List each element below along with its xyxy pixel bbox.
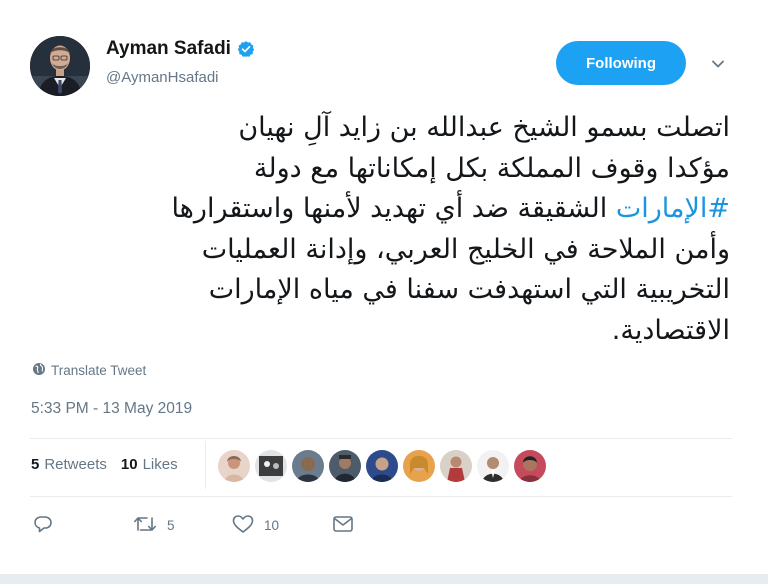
tweet-text-line: #الإمارات الشقيقة ضد أي تهديد لأمنها واس… [30,189,730,230]
liker-avatar[interactable] [292,450,324,482]
tweet-text-line: الاقتصادية. [611,314,730,346]
retweets-stat[interactable]: 5 Retweets [31,456,107,473]
following-button[interactable]: Following [556,41,686,85]
retweets-label: Retweets [44,456,107,473]
tweet-stats: 5 Retweets 10 Likes [31,456,192,473]
heart-icon [232,514,254,537]
retweet-icon [133,514,157,537]
tweet-text-line: مؤكدا وقوف المملكة بكل إمكاناتها مع دولة [253,152,730,184]
author-avatar[interactable] [30,36,90,96]
verified-badge-icon [237,40,255,58]
envelope-icon [332,514,354,537]
tweet-timestamp[interactable]: 5:33 PM - 13 May 2019 [31,400,192,418]
footer-strip [0,574,768,584]
like-button[interactable]: 10 [232,514,279,537]
liker-avatar[interactable] [366,450,398,482]
reply-icon [33,514,53,537]
tweet-text-line: وأمن الملاحة في الخليج العربي، وإدانة ال… [201,233,730,265]
retweet-button[interactable]: 5 [133,514,175,537]
likes-label: Likes [142,456,178,473]
translate-tweet-label: Translate Tweet [51,363,147,378]
tweet-text-span: الشقيقة ضد أي تهديد لأمنها واستقرارها [171,193,608,224]
liker-avatar[interactable] [440,450,472,482]
liker-avatar[interactable] [403,450,435,482]
tweet-text-line: اتصلت بسمو الشيخ عبدالله بن زايد آلِ نهي… [238,112,730,143]
liker-avatars [218,450,546,482]
globe-icon [32,362,46,379]
tweet-text-line: التخريبية التي استهدفت سفنا في مياه الإم… [208,274,730,305]
likes-stat[interactable]: 10 Likes [121,456,178,473]
liker-avatar[interactable] [218,450,250,482]
author-name-row: Ayman Safadi [106,38,255,60]
divider [30,496,732,497]
tweet-text: اتصلت بسمو الشيخ عبدالله بن زايد آلِ نهي… [30,108,730,351]
author-handle[interactable]: @AymanHsafadi [106,69,219,86]
liker-avatar[interactable] [514,450,546,482]
likes-count: 10 [120,456,138,473]
liker-avatar[interactable] [329,450,361,482]
translate-tweet-link[interactable]: Translate Tweet [32,362,146,379]
retweet-count: 5 [167,518,175,533]
direct-message-button[interactable] [332,514,354,537]
liker-avatar[interactable] [477,450,509,482]
tweet-card: Ayman Safadi @AymanHsafadi Following اتص… [0,0,768,574]
author-name[interactable]: Ayman Safadi [106,38,231,60]
reply-button[interactable] [33,514,63,537]
like-count: 10 [264,518,280,533]
chevron-down-icon[interactable] [710,56,726,72]
hashtag-link[interactable]: #الإمارات [616,193,730,224]
liker-avatar[interactable] [255,450,287,482]
divider [30,438,732,439]
stats-separator [205,441,206,489]
retweets-count: 5 [31,456,40,473]
